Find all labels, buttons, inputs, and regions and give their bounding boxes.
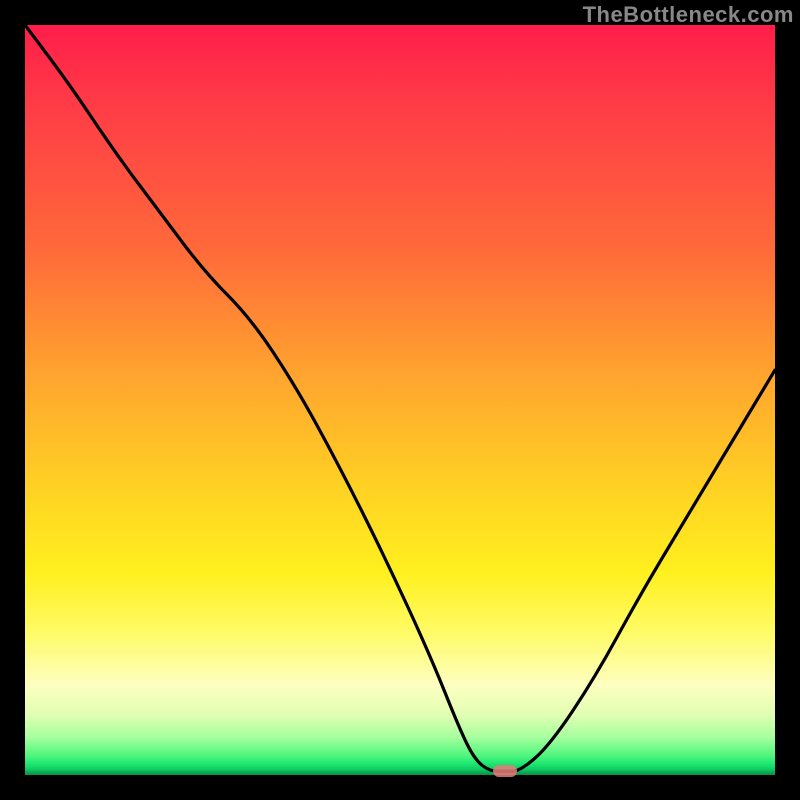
plot-area xyxy=(25,25,775,775)
chart-frame: TheBottleneck.com xyxy=(0,0,800,800)
bottleneck-curve xyxy=(25,25,775,771)
optimal-marker xyxy=(493,765,517,777)
curve-svg xyxy=(25,25,775,775)
watermark-text: TheBottleneck.com xyxy=(583,2,794,28)
